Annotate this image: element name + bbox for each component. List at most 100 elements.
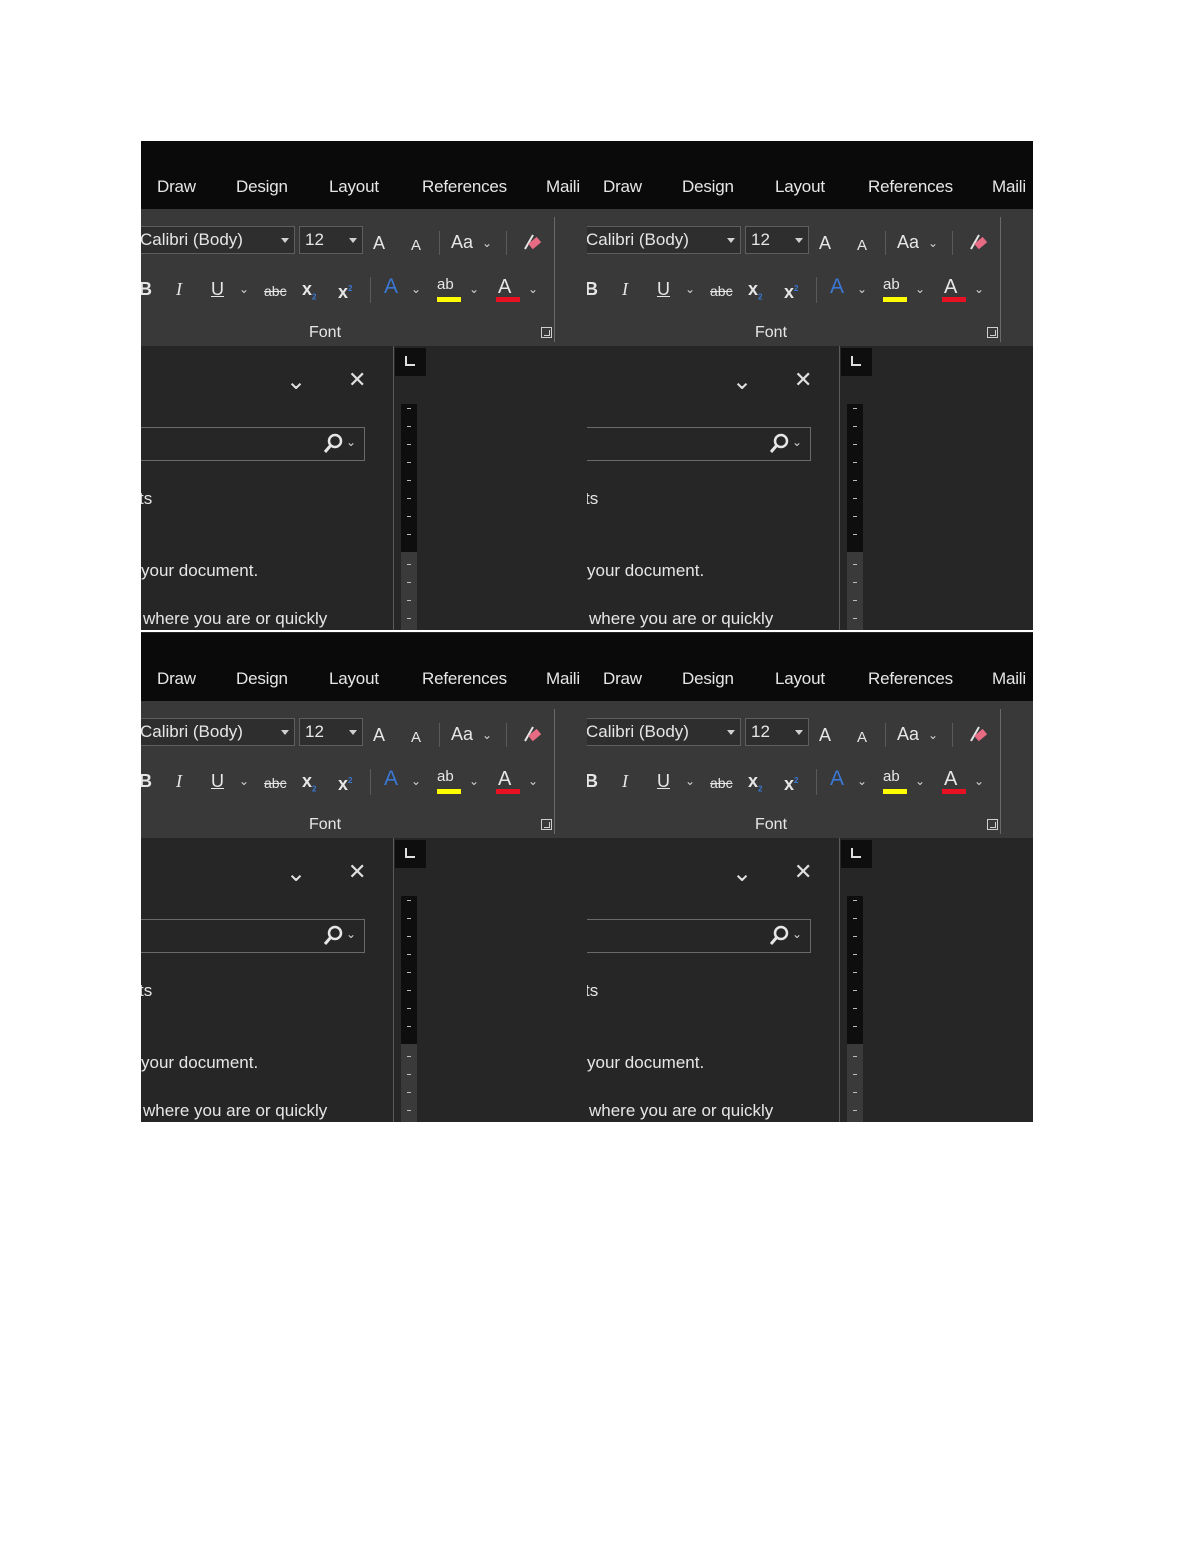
italic-button[interactable]: I	[622, 279, 628, 299]
search-icon[interactable]	[322, 925, 344, 947]
tab-mailings[interactable]: Maili	[546, 669, 580, 689]
ruler-tab-icon[interactable]	[841, 840, 872, 868]
italic-button[interactable]: I	[176, 771, 182, 791]
chevron-down-icon[interactable]: ⌄	[928, 729, 938, 741]
tab-mailings[interactable]: Maili	[546, 177, 580, 197]
change-case-button[interactable]: Aa	[451, 724, 473, 744]
tab-layout[interactable]: Layout	[775, 177, 825, 197]
search-input[interactable]: ⌄	[141, 427, 365, 461]
tab-design[interactable]: Design	[236, 669, 288, 689]
tab-draw[interactable]: Draw	[157, 669, 196, 689]
font-size-combo[interactable]: 12	[745, 718, 809, 746]
chevron-down-icon[interactable]: ⌄	[286, 370, 306, 394]
tab-design[interactable]: Design	[682, 177, 734, 197]
search-input[interactable]: ⌄	[141, 919, 365, 953]
shrink-font-icon[interactable]: A	[411, 236, 421, 256]
chevron-down-icon[interactable]: ⌄	[469, 775, 479, 787]
highlight-icon[interactable]: ab	[883, 275, 900, 295]
tab-design[interactable]: Design	[236, 177, 288, 197]
chevron-down-icon[interactable]: ⌄	[685, 283, 695, 295]
shrink-font-icon[interactable]: A	[857, 236, 867, 256]
highlight-icon[interactable]: ab	[437, 767, 454, 787]
chevron-down-icon[interactable]: ⌄	[915, 775, 925, 787]
bold-button[interactable]: B	[141, 771, 152, 791]
close-icon[interactable]: ✕	[794, 860, 812, 884]
superscript-button[interactable]: x2	[784, 279, 798, 302]
close-icon[interactable]: ✕	[348, 368, 366, 392]
strikethrough-button[interactable]: abc	[264, 281, 287, 301]
chevron-down-icon[interactable]: ⌄	[792, 436, 802, 448]
chevron-down-icon[interactable]: ⌄	[286, 862, 306, 886]
dropdown-arrow-icon[interactable]	[727, 730, 735, 735]
ruler-tab-icon[interactable]	[841, 348, 872, 376]
dialog-launcher-icon[interactable]	[541, 327, 552, 338]
change-case-button[interactable]: Aa	[897, 232, 919, 252]
chevron-down-icon[interactable]: ⌄	[346, 436, 356, 448]
change-case-button[interactable]: Aa	[897, 724, 919, 744]
font-color-icon[interactable]: A	[944, 769, 957, 789]
text-effects-icon[interactable]: A	[384, 768, 398, 789]
tab-references[interactable]: References	[422, 669, 507, 689]
font-size-combo[interactable]: 12	[299, 226, 363, 254]
dialog-launcher-icon[interactable]	[987, 327, 998, 338]
tab-design[interactable]: Design	[682, 669, 734, 689]
close-icon[interactable]: ✕	[348, 860, 366, 884]
clear-formatting-icon[interactable]	[519, 231, 543, 253]
chevron-down-icon[interactable]: ⌄	[411, 775, 421, 787]
grow-font-icon[interactable]: A	[819, 725, 831, 745]
search-icon[interactable]	[768, 433, 790, 455]
strikethrough-button[interactable]: abc	[710, 281, 733, 301]
dialog-launcher-icon[interactable]	[541, 819, 552, 830]
ruler-tab-icon[interactable]	[395, 348, 426, 376]
underline-button[interactable]: U	[657, 771, 670, 791]
dropdown-arrow-icon[interactable]	[795, 238, 803, 243]
shrink-font-icon[interactable]: A	[411, 728, 421, 748]
tab-layout[interactable]: Layout	[775, 669, 825, 689]
grow-font-icon[interactable]: A	[373, 233, 385, 253]
search-icon[interactable]	[768, 925, 790, 947]
italic-button[interactable]: I	[622, 771, 628, 791]
chevron-down-icon[interactable]: ⌄	[411, 283, 421, 295]
superscript-button[interactable]: x2	[338, 279, 352, 302]
clear-formatting-icon[interactable]	[519, 723, 543, 745]
subscript-button[interactable]: x2	[302, 279, 316, 308]
ruler-tab-icon[interactable]	[395, 840, 426, 868]
tab-draw[interactable]: Draw	[157, 177, 196, 197]
chevron-down-icon[interactable]: ⌄	[974, 283, 984, 295]
close-icon[interactable]: ✕	[794, 368, 812, 392]
change-case-button[interactable]: Aa	[451, 232, 473, 252]
tab-draw[interactable]: Draw	[603, 669, 642, 689]
subscript-button[interactable]: x2	[748, 279, 762, 308]
chevron-down-icon[interactable]: ⌄	[346, 928, 356, 940]
chevron-down-icon[interactable]: ⌄	[685, 775, 695, 787]
underline-button[interactable]: U	[657, 279, 670, 299]
superscript-button[interactable]: x2	[338, 771, 352, 794]
chevron-down-icon[interactable]: ⌄	[857, 775, 867, 787]
font-size-combo[interactable]: 12	[745, 226, 809, 254]
dialog-launcher-icon[interactable]	[987, 819, 998, 830]
tab-references[interactable]: References	[422, 177, 507, 197]
dropdown-arrow-icon[interactable]	[281, 238, 289, 243]
subscript-button[interactable]: x2	[748, 771, 762, 800]
grow-font-icon[interactable]: A	[373, 725, 385, 745]
chevron-down-icon[interactable]: ⌄	[732, 862, 752, 886]
chevron-down-icon[interactable]: ⌄	[792, 928, 802, 940]
chevron-down-icon[interactable]: ⌄	[469, 283, 479, 295]
highlight-icon[interactable]: ab	[437, 275, 454, 295]
underline-button[interactable]: U	[211, 279, 224, 299]
tab-references[interactable]: References	[868, 177, 953, 197]
chevron-down-icon[interactable]: ⌄	[974, 775, 984, 787]
tab-layout[interactable]: Layout	[329, 669, 379, 689]
font-name-combo[interactable]: Calibri (Body)	[587, 226, 741, 254]
chevron-down-icon[interactable]: ⌄	[528, 283, 538, 295]
underline-button[interactable]: U	[211, 771, 224, 791]
dropdown-arrow-icon[interactable]	[281, 730, 289, 735]
search-input[interactable]: ⌄	[587, 919, 811, 953]
highlight-icon[interactable]: ab	[883, 767, 900, 787]
tab-references[interactable]: References	[868, 669, 953, 689]
tab-mailings[interactable]: Maili	[992, 669, 1026, 689]
chevron-down-icon[interactable]: ⌄	[928, 237, 938, 249]
shrink-font-icon[interactable]: A	[857, 728, 867, 748]
dropdown-arrow-icon[interactable]	[349, 730, 357, 735]
strikethrough-button[interactable]: abc	[264, 773, 287, 793]
